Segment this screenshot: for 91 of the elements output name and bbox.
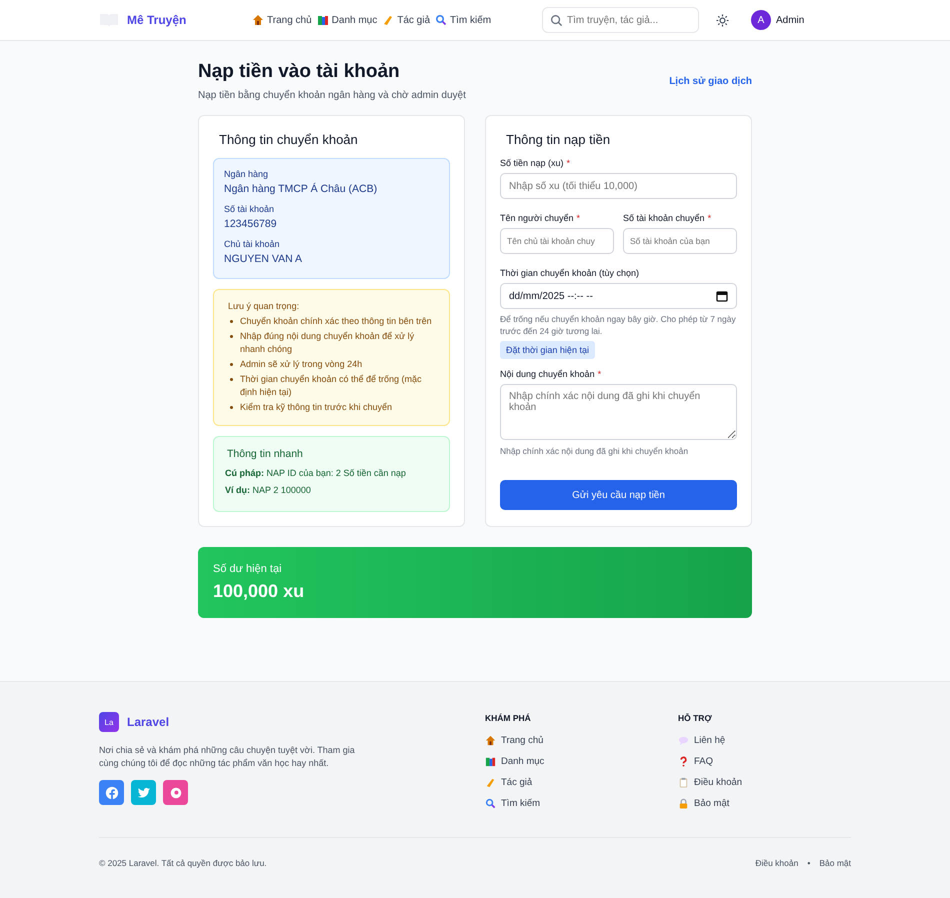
sun-icon[interactable] — [716, 14, 729, 26]
quick-info-line: Cú pháp: NAP ID của bạn: 2 Số tiền cần nạp — [225, 468, 407, 478]
field-label: Số tiền nạp (xu) — [500, 158, 564, 168]
footer-link[interactable]: Bảo mật — [678, 798, 851, 809]
page-subtitle: Nạp tiền bằng chuyển khoản ngân hàng và chờ admin duyệt — [198, 90, 466, 101]
balance-value: 100,000 xu — [213, 581, 306, 602]
notice-item: Chuyển khoản chính xác theo thông tin bên trên — [240, 315, 433, 328]
required-mark: * — [566, 158, 570, 168]
clipboard-icon — [678, 777, 689, 788]
twitter-icon — [136, 786, 150, 800]
brand-logo[interactable]: La — [99, 712, 119, 732]
footer-link[interactable]: Tác giả — [485, 777, 678, 788]
search-icon — [550, 14, 563, 27]
field-label: Ngân hàng — [224, 169, 270, 179]
notice-item: Thời gian chuyển khoản có thể để trống (mặc định hiện tại) — [240, 373, 423, 399]
notice-title: Lưu ý quan trọng: — [228, 301, 300, 311]
social-button[interactable] — [131, 780, 156, 805]
copyright-text: © 2025 Laravel. Tất cả quyền được bảo lưu. — [99, 858, 267, 868]
field-value: NGUYEN VAN A — [224, 253, 303, 265]
search-field[interactable]: Tìm truyện, tác giả... — [542, 7, 699, 33]
footer-link[interactable]: FAQ — [678, 756, 851, 767]
field-label: Nội dung chuyển khoản — [500, 369, 595, 379]
datetime-field[interactable]: dd/mm/2025 --:-- -- — [500, 283, 737, 309]
nav-link[interactable]: Tìm kiếm — [435, 14, 492, 26]
nav-link[interactable]: Trang chủ — [252, 14, 312, 26]
pencil-icon — [485, 777, 496, 788]
speech-bubble-icon — [678, 735, 689, 746]
search-icon — [485, 798, 496, 809]
amount-field[interactable]: Nhập số xu (tối thiểu 10,000) — [500, 173, 737, 199]
footer-link[interactable]: Danh mục — [485, 756, 678, 767]
sender-name-field[interactable]: Tên chủ tài khoản chuy — [500, 228, 614, 254]
card-title: Thông tin nạp tiền — [506, 132, 612, 147]
card-title: Thông tin chuyển khoản — [219, 132, 359, 147]
notice-item: Kiểm tra kỹ thông tin trước khi chuyển — [240, 401, 393, 414]
required-mark: * — [598, 369, 602, 379]
footer-column-title: HỖ TRỢ — [678, 713, 713, 723]
brand-name[interactable]: Laravel — [127, 715, 170, 729]
lock-icon — [678, 798, 689, 809]
bullet-icon — [230, 378, 233, 381]
field-label: Thời gian chuyển khoản (tùy chọn) — [500, 268, 640, 278]
search-icon — [435, 14, 448, 26]
footer-link[interactable]: Bảo mật — [819, 858, 851, 868]
user-avatar[interactable]: A — [751, 10, 771, 30]
bullet-icon — [230, 320, 233, 323]
field-hint: Để trống nếu chuyển khoản ngay bây giờ. Cho phép từ 7 ngày trước đến 24 giờ tương lai. — [500, 313, 737, 337]
bullet-icon — [230, 335, 233, 338]
books-icon — [485, 756, 496, 767]
sender-account-field[interactable]: Số tài khoản của bạn — [623, 228, 737, 254]
set-now-button[interactable]: Đặt thời gian hiện tại — [500, 341, 595, 359]
notice-item: Admin sẽ xử lý trong vòng 24h — [240, 358, 364, 371]
bullet-icon — [230, 406, 233, 409]
field-value: 123456789 — [224, 218, 278, 230]
field-value: Ngân hàng TMCP Á Châu (ACB) — [224, 183, 378, 195]
house-icon — [485, 735, 496, 746]
nav-link[interactable]: Tác giả — [382, 14, 430, 26]
footer-link[interactable]: Liên hệ — [678, 735, 851, 746]
bullet-icon — [230, 363, 233, 366]
footer-column-title: KHÁM PHÁ — [485, 713, 532, 723]
field-label: Chủ tài khoản — [224, 239, 281, 249]
site-logo[interactable]: Mê Truyện — [127, 13, 186, 27]
separator-dot: • — [807, 858, 810, 868]
footer-link[interactable]: Điều khoản — [755, 858, 798, 868]
required-mark: * — [576, 213, 580, 223]
pencil-icon — [382, 14, 394, 26]
notice-item: Nhập đúng nội dung chuyển khoản để xử lý nhanh chóng — [240, 330, 416, 356]
field-label: Số tài khoản chuyển — [623, 213, 705, 223]
calendar-icon[interactable] — [716, 290, 728, 302]
footer-link[interactable]: Trang chủ — [485, 735, 678, 746]
facebook-icon — [104, 786, 118, 800]
field-label: Tên người chuyển — [500, 213, 574, 223]
page-title: Nạp tiền vào tài khoản — [198, 61, 401, 83]
required-mark: * — [708, 213, 712, 223]
books-icon — [316, 14, 329, 26]
quick-info-line: Ví dụ: NAP 2 100000 — [225, 485, 312, 495]
social-button[interactable] — [163, 780, 188, 805]
camera-icon — [168, 786, 182, 800]
footer-description: Nơi chia sẻ và khám phá những câu chuyện tuyệt vời. Tham gia cùng chúng tôi để đọc những tác phẩm văn học hay nhất. — [99, 744, 356, 770]
question-mark-icon — [678, 756, 689, 767]
field-label: Số tài khoản — [224, 204, 276, 214]
submit-button[interactable]: Gửi yêu cầu nạp tiền — [500, 480, 737, 510]
field-hint: Nhập chính xác nội dung đã ghi khi chuyển khoản — [500, 445, 690, 457]
history-link[interactable]: Lịch sử giao dịch — [669, 76, 752, 87]
user-name[interactable]: Admin — [776, 14, 804, 26]
footer-link[interactable]: Tìm kiếm — [485, 798, 678, 809]
footer-link[interactable]: Điều khoản — [678, 777, 851, 788]
house-icon — [252, 14, 264, 26]
nav-link[interactable]: Danh mục — [316, 14, 378, 26]
social-button[interactable] — [99, 780, 124, 805]
content-field[interactable]: Nhập chính xác nội dung đã ghi khi chuyển khoản — [500, 384, 737, 440]
quick-info-title: Thông tin nhanh — [227, 448, 304, 460]
balance-label: Số dư hiện tại — [213, 563, 283, 575]
